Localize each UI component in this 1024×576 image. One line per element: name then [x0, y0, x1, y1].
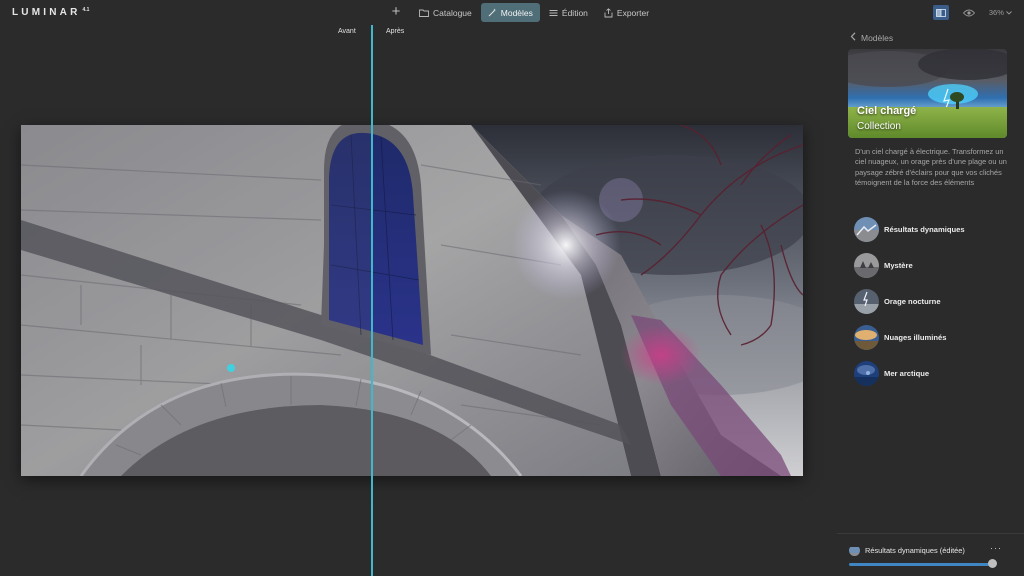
split-view-icon	[935, 4, 946, 22]
view-tools: 36%	[932, 4, 1012, 22]
eye-icon	[962, 4, 976, 22]
applied-preset-bar: Résultats dynamiques (éditée) ···	[837, 533, 1024, 576]
collection-subtitle: Collection	[857, 121, 901, 132]
compare-toggle-button[interactable]	[932, 4, 949, 22]
slider-handle[interactable]	[988, 559, 997, 568]
collection-title: Ciel chargé	[857, 105, 917, 117]
photo-canvas[interactable]	[21, 125, 803, 476]
chevron-left-icon	[850, 32, 856, 43]
preset-thumbnail	[854, 360, 879, 386]
wand-icon	[488, 8, 497, 17]
tab-modeles[interactable]: Modèles	[480, 3, 540, 22]
after-label: Après	[386, 28, 405, 35]
top-toolbar: LUMINAR4.1 + Catalogue Modèles Édition	[0, 0, 1024, 26]
applied-preset-thumbnail	[849, 545, 860, 556]
more-options-button[interactable]: ···	[990, 543, 1002, 553]
preset-item-resultats-dynamiques[interactable]: Résultats dynamiques	[854, 211, 1014, 247]
main-nav: + Catalogue Modèles Édition Exporter	[386, 3, 658, 22]
applied-preset-label: Résultats dynamiques (éditée)	[865, 546, 965, 555]
sliders-icon	[549, 9, 558, 17]
preset-item-mystere[interactable]: Mystère	[854, 247, 1014, 283]
tab-catalogue[interactable]: Catalogue	[412, 3, 479, 22]
collection-description: D'un ciel chargé à électrique. Transform…	[855, 147, 1007, 188]
collection-banner: Ciel chargé Collection	[848, 49, 1007, 138]
preview-eye-button[interactable]	[961, 5, 977, 20]
templates-panel: Modèles Ciel chargé Collection D'un ciel…	[837, 26, 1024, 576]
preset-list: Résultats dynamiques Mystère Orage noctu…	[854, 211, 1014, 391]
app-logo: LUMINAR 4.1	[12, 7, 90, 18]
tab-exporter[interactable]: Exporter	[597, 3, 656, 22]
share-icon	[604, 7, 613, 18]
preset-amount-slider[interactable]	[849, 563, 993, 566]
compare-split-handle[interactable]	[371, 25, 373, 576]
preset-item-nuages-illumines[interactable]: Nuages illuminés	[854, 319, 1014, 355]
preset-item-mer-arctique[interactable]: Mer arctique	[854, 355, 1014, 391]
tab-edition[interactable]: Édition	[542, 3, 595, 22]
before-label: Avant	[338, 28, 356, 35]
zoom-dropdown[interactable]: 36%	[989, 8, 1012, 17]
church-wall-photo	[21, 125, 803, 476]
chevron-down-icon	[1006, 8, 1012, 17]
add-button[interactable]: +	[386, 3, 406, 22]
preset-thumbnail	[854, 324, 879, 350]
folder-icon	[419, 9, 429, 17]
preset-thumbnail	[854, 252, 879, 278]
preset-thumbnail	[854, 216, 879, 242]
preset-item-orage-nocturne[interactable]: Orage nocturne	[854, 283, 1014, 319]
preset-thumbnail	[854, 288, 879, 314]
back-to-templates-button[interactable]: Modèles	[850, 32, 893, 43]
